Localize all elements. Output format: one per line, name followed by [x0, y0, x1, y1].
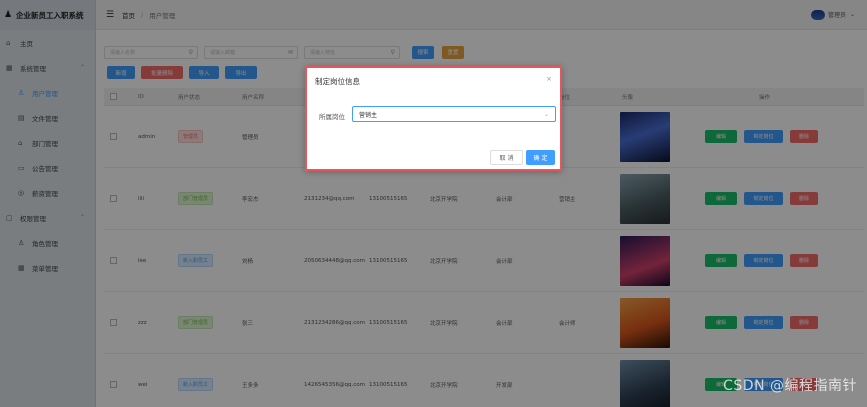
close-icon[interactable]: ×: [546, 75, 552, 83]
post-label: 所属岗位: [319, 113, 345, 121]
post-select[interactable]: 营销主 ⌄: [352, 106, 556, 122]
confirm-button[interactable]: 确 定: [526, 150, 555, 165]
chevron-down-icon: ⌄: [543, 110, 549, 118]
post-select-value: 营销主: [359, 111, 378, 119]
modal-overlay[interactable]: [0, 0, 867, 407]
dialog-title: 制定岗位信息: [315, 77, 360, 86]
cancel-button[interactable]: 取 消: [490, 150, 523, 165]
watermark: CSDN @编程指南针: [723, 378, 857, 394]
assign-post-dialog: 制定岗位信息 × 所属岗位 营销主 ⌄ 取 消 确 定: [305, 66, 562, 171]
